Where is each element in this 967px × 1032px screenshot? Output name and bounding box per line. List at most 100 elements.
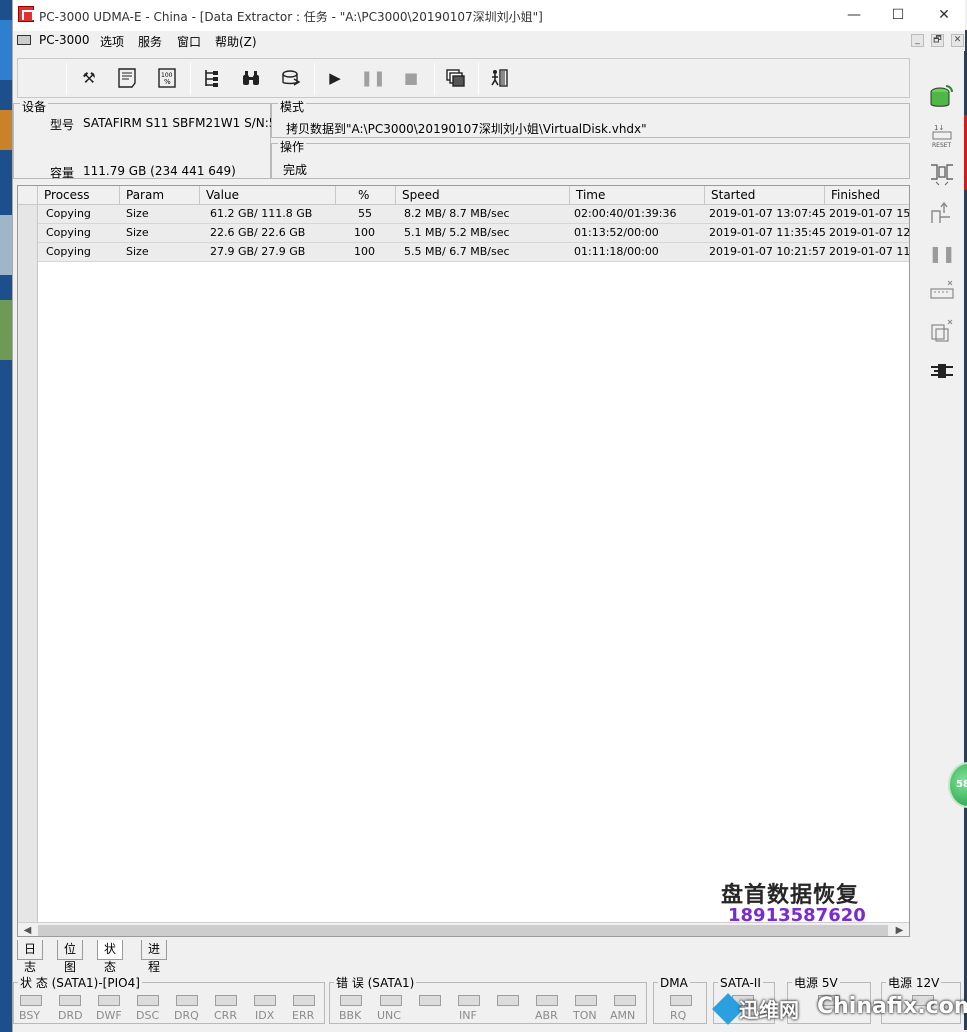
binoculars-icon[interactable]	[238, 65, 264, 91]
led-err	[293, 995, 315, 1006]
led-label: RQ	[670, 1009, 687, 1022]
menu-help[interactable]: 帮助(Z)	[215, 33, 257, 50]
led-label: CRR	[214, 1009, 237, 1022]
toolbar-separator	[190, 63, 191, 95]
stop-icon[interactable]: ■	[398, 65, 424, 91]
menu-options[interactable]: 选项	[100, 33, 124, 50]
pause-gray-icon[interactable]: ❚❚	[923, 238, 961, 268]
pause-icon[interactable]: ❚❚	[360, 65, 386, 91]
signal-icon[interactable]	[923, 198, 961, 228]
led-label: DSC	[136, 1009, 160, 1022]
led-dwf	[98, 995, 120, 1006]
power-connector-icon[interactable]	[923, 158, 961, 188]
mdi-close-button[interactable]: ✕	[951, 34, 964, 47]
tab-log[interactable]: 日志	[17, 940, 44, 974]
scroll-thumb[interactable]	[38, 925, 888, 936]
table-row[interactable]: Copying Size 61.2 GB/ 111.8 GB 55 8.2 MB…	[38, 205, 909, 224]
toolbar: ⚒ 100% ▶ ❚❚ ■	[17, 58, 910, 98]
watermark-phone: 18913587620	[728, 905, 866, 926]
cell-finished: 2019-01-07 11:3	[829, 245, 909, 258]
led-ton	[575, 995, 597, 1006]
tab-process[interactable]: 进程	[141, 940, 168, 974]
cell-param: Size	[126, 207, 149, 220]
mdi-minimize-button[interactable]: _	[911, 34, 924, 47]
mode-legend: 模式	[278, 100, 307, 114]
led-label: DRQ	[174, 1009, 199, 1022]
desktop-icon	[0, 300, 12, 360]
play-icon[interactable]: ▶	[322, 65, 348, 91]
tab-status[interactable]: 状态	[97, 940, 124, 974]
led-label: TON	[573, 1009, 597, 1022]
cell-percent: 100	[354, 226, 375, 239]
reset-icon[interactable]: 1↓ RESET	[923, 120, 961, 150]
main-window: PC-3000 UDMA-E - China - [Data Extractor…	[12, 0, 967, 1032]
toolbar-separator	[66, 63, 67, 95]
operation-group: 操作 完成	[271, 141, 910, 179]
capacity-label: 容量	[50, 166, 75, 180]
maximize-button[interactable]: ☐	[883, 4, 913, 26]
copy-x-icon[interactable]	[923, 316, 961, 346]
col-process[interactable]: Process	[38, 186, 120, 205]
table-row[interactable]: Copying Size 27.9 GB/ 27.9 GB 100 5.5 MB…	[38, 243, 909, 262]
col-param[interactable]: Param	[120, 186, 200, 205]
menu-window[interactable]: 窗口	[177, 33, 201, 50]
cell-time: 02:00:40/01:39:36	[574, 207, 677, 220]
cell-percent: 55	[358, 207, 372, 220]
device-group: 设备 型号 SATAFIRM S11 SBFM21W1 S/N:500 容量 1…	[13, 100, 271, 180]
col-finished[interactable]: Finished	[825, 186, 909, 205]
led-drd	[59, 995, 81, 1006]
led-label: BSY	[19, 1009, 41, 1022]
process-grid[interactable]: Process Param Value % Speed Time Started…	[17, 185, 910, 937]
col-time[interactable]: Time	[570, 186, 705, 205]
cell-speed: 8.2 MB/ 8.7 MB/sec	[404, 207, 510, 220]
tree-icon[interactable]	[198, 65, 224, 91]
col-value[interactable]: Value	[200, 186, 336, 205]
connector-icon[interactable]	[923, 356, 961, 386]
windows-icon[interactable]	[442, 65, 468, 91]
led-dsc	[137, 995, 159, 1006]
led-label: BBK	[339, 1009, 362, 1022]
led-label: ABR	[535, 1009, 558, 1022]
power-12v-legend: 电源 12V	[886, 976, 942, 990]
minimize-button[interactable]: —	[839, 4, 869, 26]
cell-speed: 5.1 MB/ 5.2 MB/sec	[404, 226, 510, 239]
led-label: DRD	[58, 1009, 83, 1022]
state-group: 状 态 (SATA1)-[PIO4] BSY DRD DWF DSC DRQ C…	[13, 977, 325, 1024]
col-started[interactable]: Started	[705, 186, 825, 205]
led-blank	[497, 995, 519, 1006]
cell-process: Copying	[46, 226, 91, 239]
close-button[interactable]: ✕	[929, 4, 959, 26]
led-label: ERR	[292, 1009, 315, 1022]
table-row[interactable]: Copying Size 22.6 GB/ 22.6 GB 100 5.1 MB…	[38, 224, 909, 243]
cell-value: 22.6 GB/ 22.6 GB	[210, 226, 306, 239]
led-crr	[215, 995, 237, 1006]
cell-param: Size	[126, 245, 149, 258]
cell-started: 2019-01-07 13:07:45	[709, 207, 826, 220]
mdi-restore-button[interactable]: 🗗	[931, 34, 944, 47]
device-legend: 设备	[20, 100, 49, 114]
cell-value: 61.2 GB/ 111.8 GB	[210, 207, 313, 220]
menu-service[interactable]: 服务	[138, 33, 162, 50]
col-speed[interactable]: Speed	[396, 186, 570, 205]
cell-started: 2019-01-07 11:35:45	[709, 226, 826, 239]
cell-value: 27.9 GB/ 27.9 GB	[210, 245, 306, 258]
cell-process: Copying	[46, 245, 91, 258]
scroll-left-icon[interactable]: ◀	[20, 923, 35, 936]
app-logo-icon	[18, 6, 34, 22]
bus-icon[interactable]	[923, 276, 961, 306]
disk-copy-icon[interactable]	[278, 65, 304, 91]
system-menu-icon[interactable]	[17, 35, 31, 45]
drive-green-icon[interactable]	[923, 82, 961, 112]
led-abr	[536, 995, 558, 1006]
menu-pc3000[interactable]: PC-3000	[39, 33, 89, 47]
exit-icon[interactable]	[486, 65, 512, 91]
script-icon[interactable]	[114, 65, 140, 91]
led-bbk	[340, 995, 362, 1006]
tab-bitmap[interactable]: 位图	[57, 940, 84, 974]
power-5v-legend: 电源 5V	[792, 976, 840, 990]
scroll-right-icon[interactable]: ▶	[892, 923, 907, 936]
grid-header: Process Param Value % Speed Time Started…	[18, 186, 909, 205]
percent-doc-icon[interactable]: 100%	[154, 65, 180, 91]
col-percent[interactable]: %	[336, 186, 396, 205]
tools-icon[interactable]: ⚒	[76, 65, 102, 91]
